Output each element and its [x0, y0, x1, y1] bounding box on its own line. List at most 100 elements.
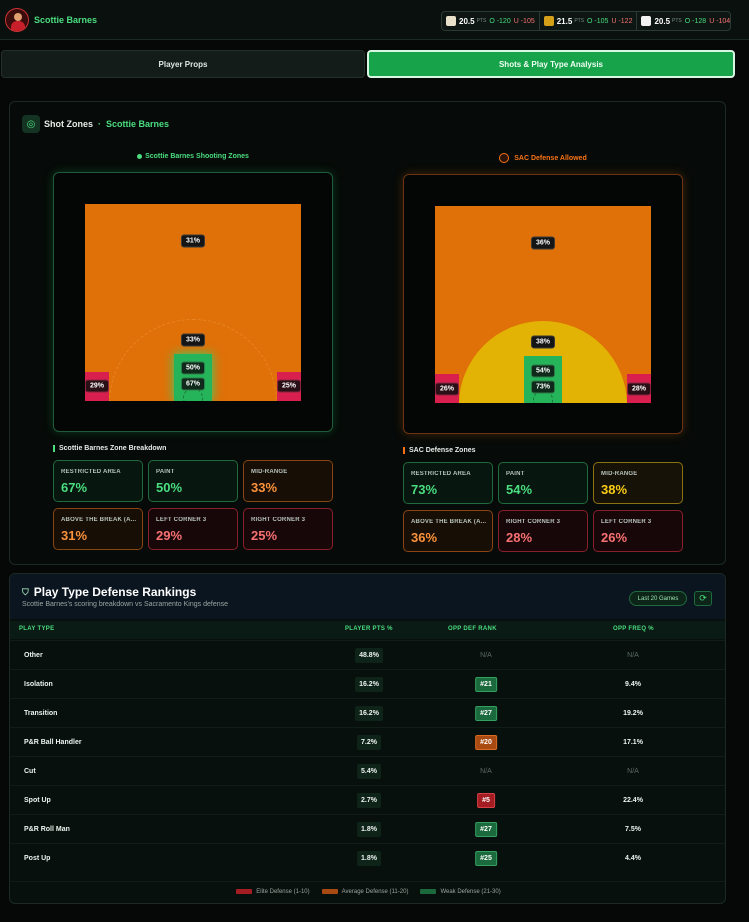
- opp-freq-value: N/A: [627, 768, 639, 775]
- defense-zones-label: SAC Defense Allowed: [403, 153, 683, 163]
- player-pts-value: 5.4%: [357, 764, 381, 779]
- play-type-panel: ⛉ Play Type Defense Rankings Scottie Barn…: [9, 573, 726, 904]
- zone-card-right-corner[interactable]: RIGHT CORNER 3 28%: [498, 510, 588, 552]
- player-pts-value: 1.8%: [357, 851, 381, 866]
- zone-card-restricted[interactable]: RESTRICTED AREA 73%: [403, 462, 493, 504]
- shot-zones-player: Scottie Barnes: [106, 119, 170, 129]
- table-row[interactable]: P&R Ball Handler 7.2% #20 17.1%: [10, 727, 725, 756]
- pts-cell: 1.8% #25 4.4%: [10, 844, 725, 873]
- zone-card-restricted[interactable]: RESTRICTED AREA 67%: [53, 460, 143, 502]
- under-odds: U -104: [709, 17, 731, 25]
- player-pts-value: 16.2%: [355, 677, 383, 692]
- over-odds: O -120: [489, 17, 511, 25]
- sportsbook-odds[interactable]: 20.5 PTS O -128 U -104: [637, 12, 734, 30]
- pts-cell: 5.4% N/A N/A: [10, 757, 725, 786]
- player-avatar[interactable]: [5, 8, 29, 32]
- avatar-jersey: [11, 21, 25, 31]
- zone-card-mid-range[interactable]: MID-RANGE 33%: [243, 460, 333, 502]
- zone-card-paint[interactable]: PAINT 54%: [498, 462, 588, 504]
- player-pts-value: 2.7%: [357, 793, 381, 808]
- table-row[interactable]: Cut 5.4% N/A N/A: [10, 756, 725, 786]
- tab-shots-analysis[interactable]: Shots & Play Type Analysis: [367, 50, 735, 78]
- shield-icon: ⛉: [22, 586, 29, 597]
- player-pts-value: 48.8%: [355, 648, 383, 663]
- player-name[interactable]: Scottie Barnes: [34, 15, 97, 25]
- player-breakdown-title: Scottie Barnes Zone Breakdown: [53, 445, 166, 452]
- book-logo-icon: [641, 16, 652, 26]
- opp-def-rank-value: #5: [477, 793, 495, 808]
- table-row[interactable]: Isolation 16.2% #21 9.4%: [10, 669, 725, 699]
- defense-court: 36% 38% 54% 73% 26% 28%: [435, 206, 651, 403]
- defense-legend: Elite Defense (1-10) Average Defense (11…: [10, 881, 725, 901]
- opp-freq-value: 19.2%: [623, 710, 643, 717]
- opp-freq-value: 4.4%: [625, 855, 641, 862]
- zone-card-paint[interactable]: PAINT 50%: [148, 460, 238, 502]
- opp-def-rank-value: N/A: [480, 652, 492, 659]
- pts-cell: 16.2% #27 19.2%: [10, 699, 725, 728]
- prop-unit: PTS: [574, 18, 585, 24]
- zone-card-mid-range[interactable]: MID-RANGE 38%: [593, 462, 683, 504]
- under-odds: U -105: [513, 17, 535, 25]
- zone-label-restricted: 73%: [530, 380, 556, 394]
- col-player-pts[interactable]: PLAYER PTS %: [345, 626, 393, 632]
- view-tabs: Player Props Shots & Play Type Analysis: [0, 50, 735, 80]
- zone-card-right-corner[interactable]: RIGHT CORNER 3 25%: [243, 508, 333, 550]
- table-header: PLAY TYPE PLAYER PTS % OPP DEF RANK OPP …: [10, 621, 725, 639]
- zone-label-left-corner: 29%: [85, 379, 110, 393]
- table-row[interactable]: P&R Roll Man 1.8% #27 7.5%: [10, 814, 725, 844]
- prop-unit: PTS: [672, 18, 682, 24]
- over-odds: O -128: [684, 17, 707, 25]
- col-opp-def-rank[interactable]: OPP DEF RANK: [448, 626, 497, 632]
- zone-label-right-corner: 25%: [276, 379, 301, 393]
- app-header: Scottie Barnes 20.5 PTS O -120 U -105 21…: [0, 0, 749, 40]
- zone-card-left-corner[interactable]: LEFT CORNER 3 26%: [593, 510, 683, 552]
- player-court: 31% 33% 50% 67% 29% 25%: [85, 204, 301, 401]
- player-zones-label: Scottie Barnes Shooting Zones: [53, 153, 333, 160]
- shot-zones-panel: ◎ Shot Zones · Scottie Barnes Scottie Ba…: [9, 101, 726, 565]
- table-row[interactable]: Spot Up 2.7% #5 22.4%: [10, 785, 725, 815]
- legend-swatch: [420, 889, 437, 894]
- sportsbook-odds[interactable]: 20.5 PTS O -120 U -105: [442, 12, 540, 30]
- pts-cell: 48.8% N/A N/A: [10, 641, 725, 670]
- table-row[interactable]: Transition 16.2% #27 19.2%: [10, 698, 725, 728]
- col-opp-freq[interactable]: OPP FREQ %: [613, 626, 654, 632]
- legend-average: Average Defense (11-20): [321, 889, 408, 895]
- opp-def-rank-value: N/A: [480, 768, 492, 775]
- tab-player-props[interactable]: Player Props: [1, 50, 365, 78]
- games-filter-button[interactable]: Last 20 Games: [629, 591, 687, 606]
- player-pts-value: 7.2%: [357, 735, 381, 750]
- zone-label-paint: 50%: [180, 361, 206, 375]
- pts-cell: 2.7% #5 22.4%: [10, 786, 725, 815]
- under-odds: U -122: [611, 17, 633, 25]
- play-type-header: ⛉ Play Type Defense Rankings Scottie Barn…: [10, 574, 725, 619]
- zone-label-above-break: 36%: [530, 236, 556, 250]
- prop-line: 20.5: [654, 16, 671, 26]
- defense-breakdown-title: SAC Defense Zones: [403, 447, 476, 454]
- opp-def-rank-value: #27: [475, 822, 497, 837]
- table-row[interactable]: Other 48.8% N/A N/A: [10, 640, 725, 670]
- zone-label-left-corner: 26%: [435, 382, 460, 396]
- col-play-type[interactable]: PLAY TYPE: [19, 626, 54, 632]
- pts-cell: 1.8% #27 7.5%: [10, 815, 725, 844]
- green-dot-icon: [137, 153, 143, 159]
- legend-weak: Weak Defense (21-30): [420, 889, 501, 895]
- book-logo-icon: [543, 16, 554, 26]
- zone-label-right-corner: 28%: [626, 382, 651, 396]
- legend-swatch: [321, 889, 338, 894]
- player-pts-value: 1.8%: [357, 822, 381, 837]
- sportsbook-odds[interactable]: 21.5 PTS O -105 U -122: [540, 12, 638, 30]
- zone-card-above-break[interactable]: ABOVE THE BREAK (A... 31%: [53, 508, 143, 550]
- zone-card-above-break[interactable]: ABOVE THE BREAK (A... 36%: [403, 510, 493, 552]
- avatar-head: [14, 13, 22, 21]
- opp-def-rank-value: #20: [475, 735, 497, 750]
- opp-def-rank-value: #21: [475, 677, 497, 692]
- zone-label-paint: 54%: [530, 364, 556, 378]
- refresh-icon[interactable]: ⟳: [694, 591, 712, 606]
- defense-court-frame: 36% 38% 54% 73% 26% 28%: [403, 174, 683, 434]
- opp-def-rank-value: #25: [475, 851, 497, 866]
- pts-cell: 16.2% #21 9.4%: [10, 670, 725, 699]
- table-row[interactable]: Post Up 1.8% #25 4.4%: [10, 843, 725, 873]
- prop-line: 21.5: [556, 16, 573, 26]
- shot-zones-header: ◎ Shot Zones · Scottie Barnes: [22, 115, 169, 133]
- zone-card-left-corner[interactable]: LEFT CORNER 3 29%: [148, 508, 238, 550]
